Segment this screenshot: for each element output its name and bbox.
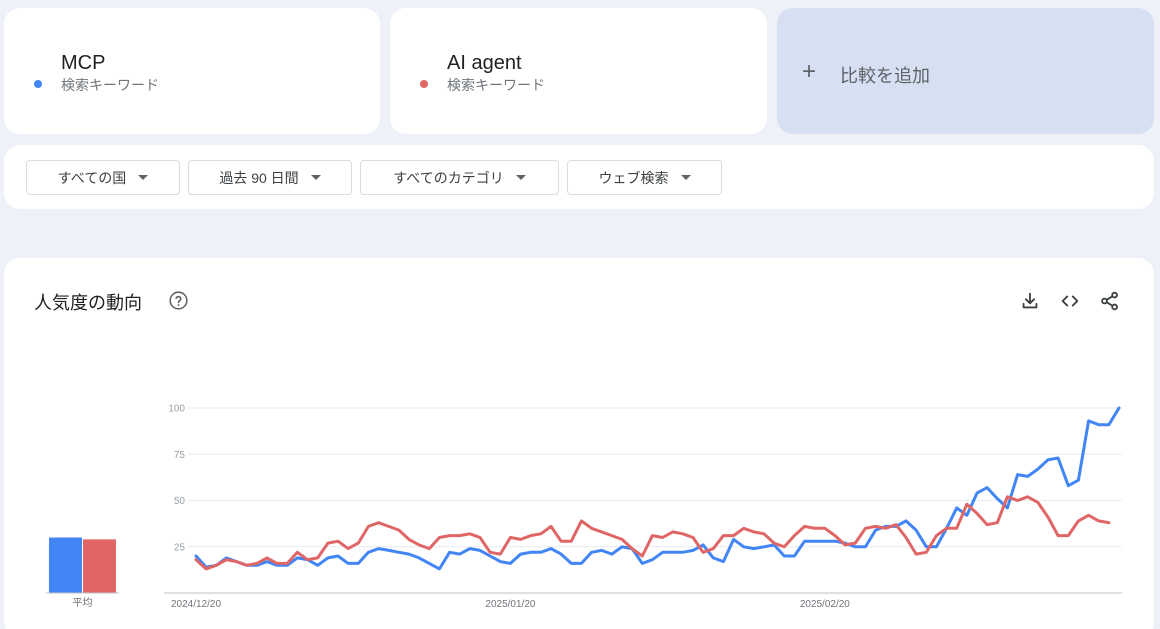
plus-icon: + [802, 58, 817, 85]
add-comparison-button[interactable]: + 比較を追加 [777, 8, 1154, 134]
y-tick-label: 50 [174, 496, 186, 507]
chart-lines [194, 406, 1121, 571]
search-type-filter-dropdown[interactable]: ウェブ検索 [567, 160, 722, 195]
dropdown-arrow-icon [680, 175, 691, 180]
y-tick-label: 100 [168, 404, 185, 415]
filter-bar: すべての国 過去 90 日間 すべてのカテゴリ ウェブ検索 [4, 145, 1154, 209]
search-term-type: 検索キーワード [447, 77, 545, 93]
search-term-type: 検索キーワード [61, 77, 159, 93]
search-term-card-mcp[interactable]: MCP 検索キーワード [4, 8, 380, 134]
add-comparison-label: 比較を追加 [840, 66, 930, 86]
dropdown-arrow-icon [138, 175, 149, 180]
x-tick-label: 2025/01/20 [485, 599, 535, 610]
interest-over-time-chart: 25 50 75 100 2024/12/20 2025/01/20 2025/02/20 平… [46, 404, 1122, 611]
average-label: 平均 [73, 597, 93, 609]
series-line-mcp [194, 406, 1121, 571]
search-term-name: AI agent [447, 52, 522, 74]
x-tick-label: 2024/12/20 [171, 599, 221, 610]
search-type-filter-label: ウェブ検索 [598, 169, 669, 186]
chart-grid [164, 407, 1122, 594]
category-filter-dropdown[interactable]: すべてのカテゴリ [360, 160, 559, 195]
series-color-dot-icon [420, 80, 428, 88]
interest-over-time-panel: 人気度の動向 25 50 75 100 2024/12/20 2025/01/20 2025… [4, 258, 1154, 629]
average-bars [46, 537, 119, 594]
country-filter-dropdown[interactable]: すべての国 [26, 160, 180, 195]
y-tick-label: 25 [174, 542, 186, 553]
x-tick-label: 2025/02/20 [800, 599, 850, 610]
dropdown-arrow-icon [310, 175, 321, 180]
chart-labels: 25 50 75 100 2024/12/20 2025/01/20 2025/02/20 平… [73, 404, 851, 611]
search-term-name: MCP [61, 52, 106, 74]
average-bar-ai-agent [83, 539, 116, 593]
country-filter-label: すべての国 [57, 169, 127, 186]
category-filter-label: すべてのカテゴリ [393, 169, 504, 186]
y-tick-label: 75 [174, 450, 186, 461]
dropdown-arrow-icon [515, 175, 526, 180]
search-term-card-ai-agent[interactable]: AI agent 検索キーワード [390, 8, 767, 134]
time-range-filter-dropdown[interactable]: 過去 90 日間 [188, 160, 352, 195]
time-range-filter-label: 過去 90 日間 [219, 169, 299, 186]
average-bar-mcp [49, 537, 82, 593]
series-color-dot-icon [34, 80, 42, 88]
